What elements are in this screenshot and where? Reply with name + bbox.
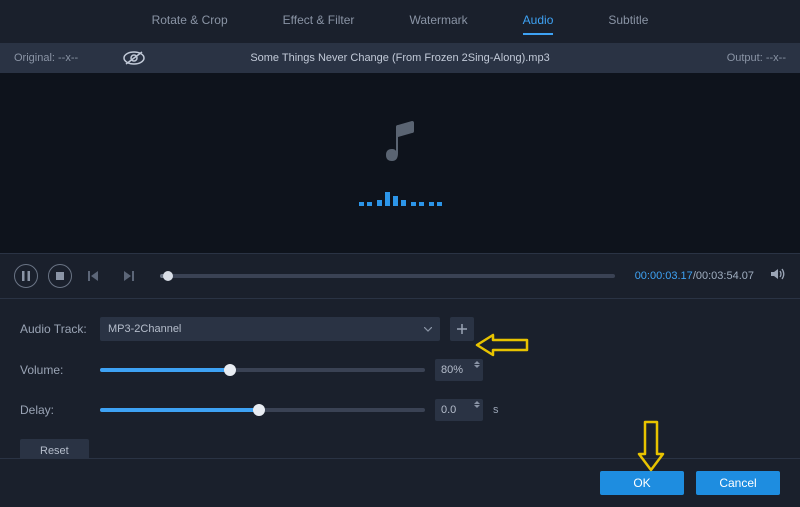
volume-value-stepper[interactable]: 80% (435, 359, 483, 381)
cancel-button[interactable]: Cancel (696, 471, 780, 495)
delay-down-arrow[interactable] (474, 405, 480, 408)
volume-value: 80% (441, 364, 463, 376)
chevron-down-icon (424, 323, 432, 335)
add-track-button[interactable] (450, 317, 474, 341)
delay-value-stepper[interactable]: 0.0 (435, 399, 483, 421)
next-button[interactable] (116, 264, 140, 288)
volume-up-arrow[interactable] (474, 361, 480, 364)
delay-value: 0.0 (441, 404, 456, 416)
delay-thumb[interactable] (253, 404, 265, 416)
audio-equalizer-icon (359, 186, 442, 206)
player-bar: 00:00:03.17/00:03:54.07 (0, 253, 800, 299)
speaker-icon[interactable] (770, 267, 786, 286)
delay-unit: s (493, 404, 499, 416)
tab-rotate-crop[interactable]: Rotate & Crop (152, 13, 228, 35)
audio-track-select[interactable]: MP3-2Channel (100, 317, 440, 341)
stop-button[interactable] (48, 264, 72, 288)
ok-button[interactable]: OK (600, 471, 684, 495)
volume-down-arrow[interactable] (474, 365, 480, 368)
tab-bar: Rotate & Crop Effect & Filter Watermark … (0, 0, 800, 43)
visibility-toggle-icon[interactable] (123, 51, 145, 65)
audio-track-label: Audio Track: (20, 322, 90, 336)
tab-effect-filter[interactable]: Effect & Filter (283, 13, 355, 35)
delay-up-arrow[interactable] (474, 401, 480, 404)
info-bar: Original: --x-- Some Things Never Change… (0, 43, 800, 73)
tab-audio[interactable]: Audio (523, 13, 554, 35)
time-current: 00:00:03.17 (635, 270, 693, 282)
play-pause-button[interactable] (14, 264, 38, 288)
time-total: 00:03:54.07 (696, 270, 754, 282)
audio-controls: Audio Track: MP3-2Channel Volume: 80% De… (0, 299, 800, 473)
footer-buttons: OK Cancel (0, 458, 800, 507)
prev-button[interactable] (82, 264, 106, 288)
original-label: Original: --x-- (14, 52, 78, 64)
filename-label: Some Things Never Change (From Frozen 2S… (250, 52, 549, 64)
time-display: 00:00:03.17/00:03:54.07 (635, 270, 754, 282)
volume-label: Volume: (20, 363, 90, 377)
delay-slider[interactable] (100, 408, 425, 412)
volume-thumb[interactable] (224, 364, 236, 376)
progress-thumb[interactable] (163, 271, 173, 281)
tab-watermark[interactable]: Watermark (409, 13, 467, 35)
tab-subtitle[interactable]: Subtitle (608, 13, 648, 35)
volume-slider[interactable] (100, 368, 425, 372)
output-label: Output: --x-- (727, 52, 786, 64)
audio-track-value: MP3-2Channel (108, 323, 181, 335)
music-note-icon (383, 121, 417, 170)
delay-label: Delay: (20, 403, 90, 417)
progress-track[interactable] (160, 274, 615, 278)
preview-area (0, 73, 800, 253)
